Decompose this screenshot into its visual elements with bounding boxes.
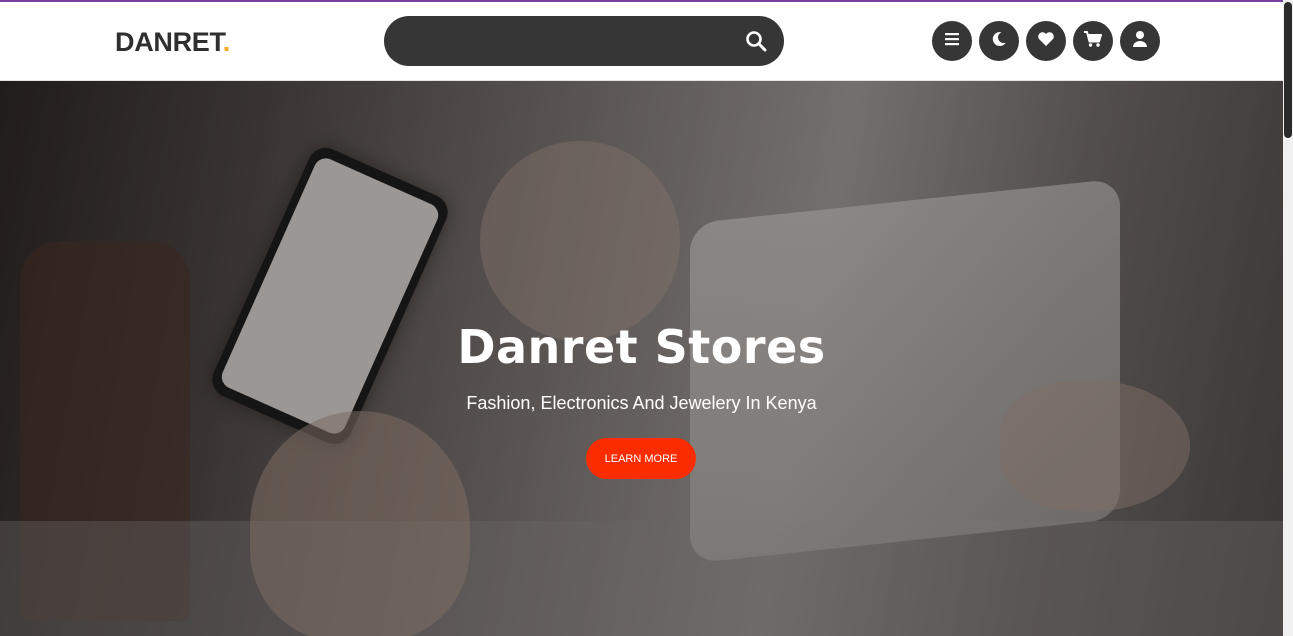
search-input[interactable] <box>404 16 738 68</box>
user-icon <box>1132 30 1148 53</box>
hero-title: Danret Stores <box>457 320 826 374</box>
page-scrollbar[interactable] <box>1283 0 1293 636</box>
search-bar <box>384 16 784 68</box>
moon-icon <box>990 30 1008 53</box>
brand-dot: . <box>222 27 231 57</box>
search-icon[interactable] <box>744 29 768 53</box>
hero-content: Danret Stores Fashion, Electronics And J… <box>0 81 1283 636</box>
cart-icon <box>1083 30 1103 53</box>
scrollbar-thumb[interactable] <box>1284 2 1292 138</box>
menu-button[interactable] <box>932 21 972 61</box>
hero-subtitle: Fashion, Electronics And Jewelery In Ken… <box>466 393 817 413</box>
dark-mode-button[interactable] <box>979 21 1019 61</box>
menu-icon <box>944 31 960 52</box>
heart-icon <box>1037 31 1055 52</box>
navbar: DANRET. <box>0 2 1283 81</box>
account-button[interactable] <box>1120 21 1160 61</box>
brand-logo[interactable]: DANRET. <box>115 27 230 57</box>
learn-more-button[interactable]: LEARN MORE <box>586 438 696 479</box>
wishlist-button[interactable] <box>1026 21 1066 61</box>
cart-button[interactable] <box>1073 21 1113 61</box>
brand-name: DANRET <box>115 27 223 57</box>
hero-banner: Danret Stores Fashion, Electronics And J… <box>0 81 1283 636</box>
